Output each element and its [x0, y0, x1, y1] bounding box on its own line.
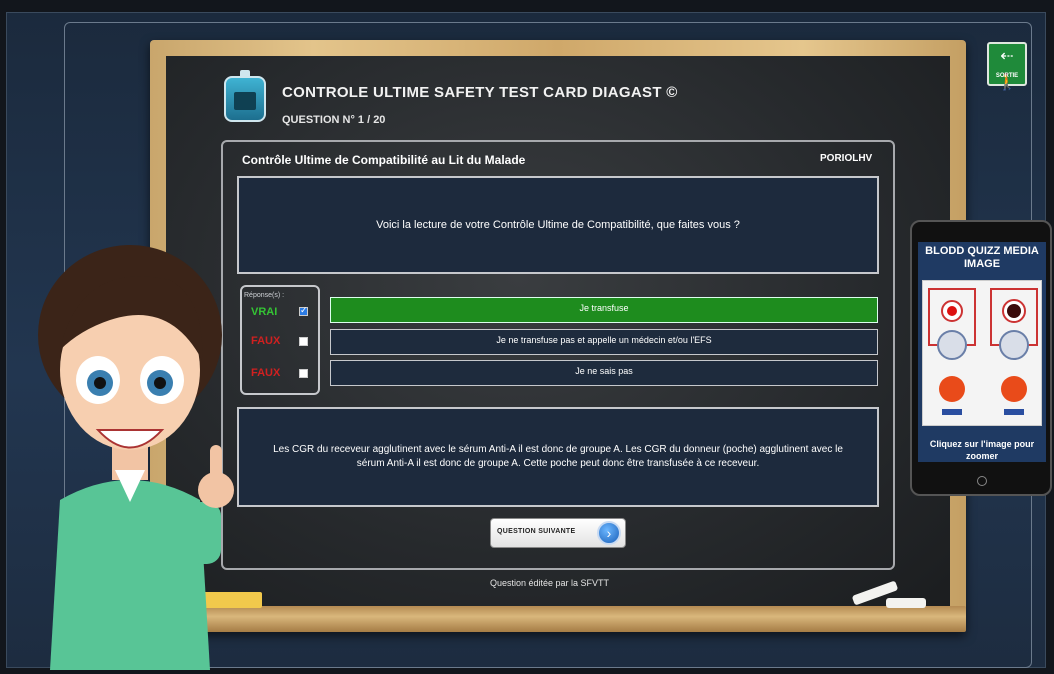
answer-option[interactable]: Je ne transfuse pas et appelle un médeci… [330, 329, 878, 355]
exit-door-icon[interactable]: ⇠🚶 [991, 44, 1023, 91]
status-label: FAUX [251, 335, 281, 347]
chalk-tray [150, 606, 966, 632]
media-image[interactable] [922, 280, 1042, 426]
response-checkbox[interactable] [299, 305, 308, 316]
compatibility-card-image[interactable] [923, 281, 1043, 427]
status-label: FAUX [251, 367, 281, 379]
question-code: PORIOLHV [820, 153, 873, 164]
responses-header: Réponse(s) : [244, 292, 285, 299]
answer-option[interactable]: Je transfuse [330, 297, 878, 323]
white-chalk [886, 598, 926, 608]
next-question-label[interactable]: QUESTION SUIVANTE [497, 528, 575, 535]
question-text: Voici la lecture de votre Contrôle Ultim… [376, 219, 740, 231]
app-stage: CONTROLE ULTIME SAFETY TEST CARD DIAGAST… [0, 0, 1054, 674]
exit-label[interactable]: SORTIE [989, 73, 1025, 79]
tablet-title: BLODD QUIZZ MEDIA IMAGE [925, 245, 1039, 270]
status-label: VRAI [251, 306, 278, 318]
response-checkbox[interactable] [299, 369, 308, 378]
tablet-caption: Cliquez sur l'image pour zoomer [929, 439, 1035, 461]
explanation-text: Les CGR du receveur agglutinent avec le … [273, 444, 843, 469]
footer-credit: Question éditée par la SFVTT [490, 578, 610, 588]
panel-title: Contrôle Ultime de Compatibilité au Lit … [242, 153, 526, 167]
blood-bag-icon [224, 70, 266, 122]
question-box: Voici la lecture de votre Contrôle Ultim… [237, 176, 879, 274]
explanation-box: Les CGR du receveur agglutinent avec le … [237, 407, 879, 507]
nurse-character [38, 245, 234, 670]
tablet-home-button [977, 476, 987, 486]
question-counter: QUESTION N° 1 / 20 [282, 114, 386, 126]
answer-option[interactable]: Je ne sais pas [330, 360, 878, 386]
response-checkbox[interactable] [299, 337, 308, 346]
app-title: CONTROLE ULTIME SAFETY TEST CARD DIAGAST… [282, 84, 678, 101]
arrow-right-icon[interactable]: › [597, 521, 621, 545]
